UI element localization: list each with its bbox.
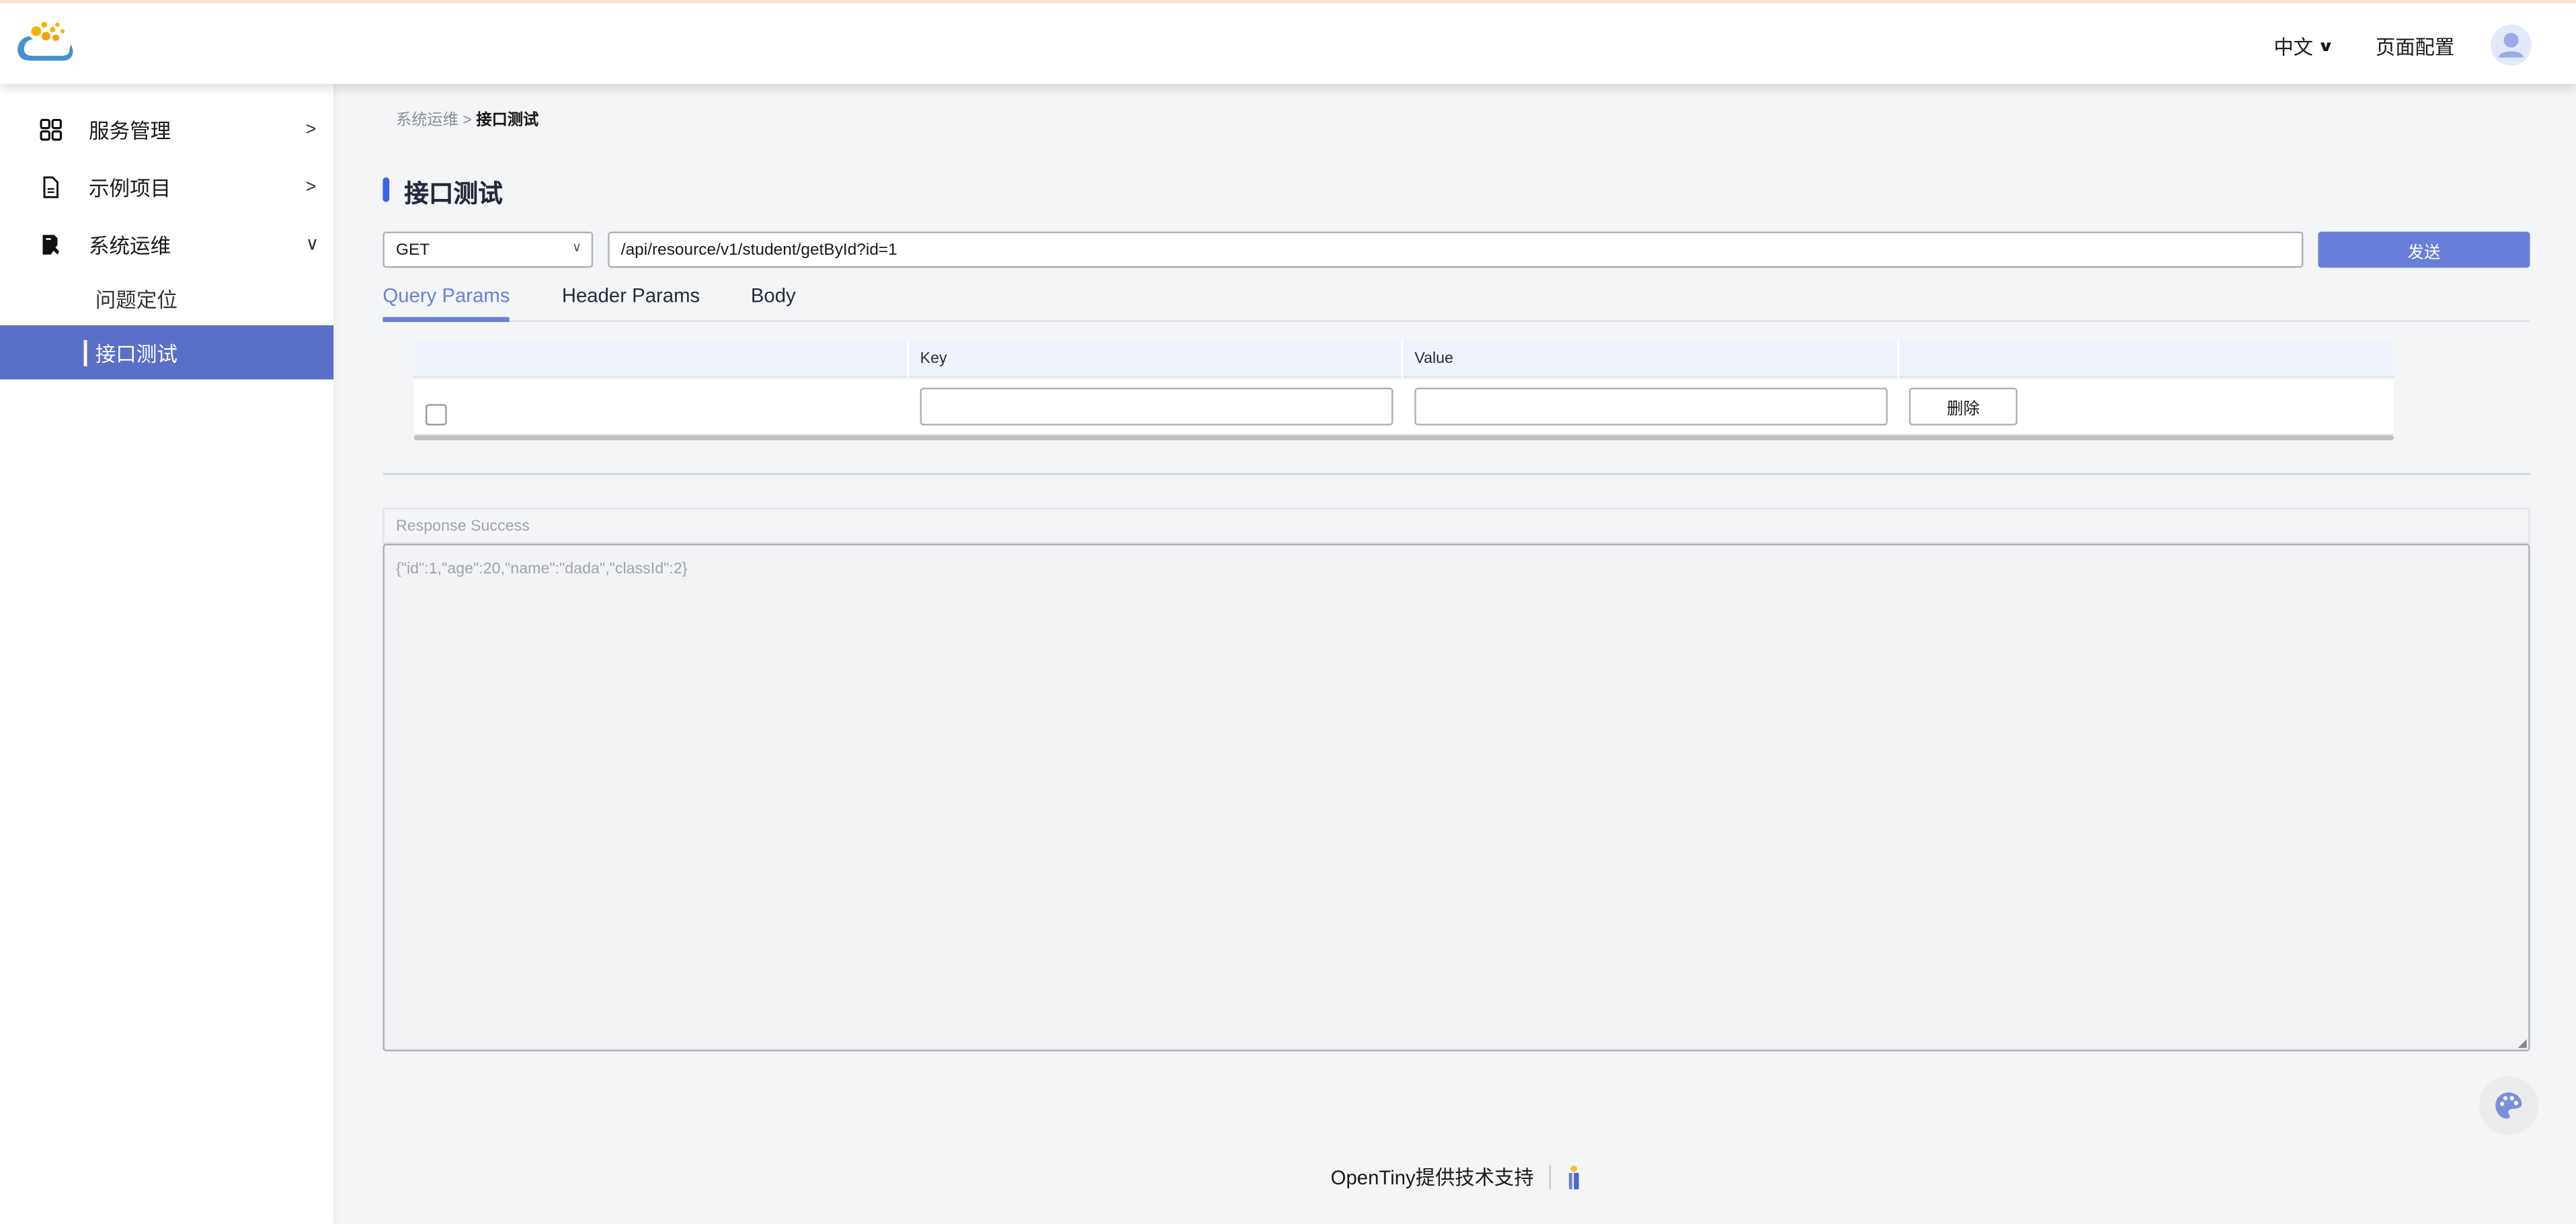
footer: OpenTiny提供技术支持 <box>1331 1163 1582 1191</box>
response-status-field: Response Success <box>383 507 2530 544</box>
breadcrumb-parent[interactable]: 系统运维 <box>396 112 458 130</box>
sidebar-item-label: 问题定位 <box>95 289 177 313</box>
header-value: Value <box>1414 350 1453 368</box>
page-config-link[interactable]: 页面配置 <box>2376 33 2454 61</box>
method-select[interactable]: GET ∨ <box>383 231 594 268</box>
palette-icon <box>2495 1092 2522 1119</box>
chevron-down-icon: ∨ <box>305 235 319 255</box>
wrench-document-icon <box>42 234 59 254</box>
footer-text: OpenTiny提供技术支持 <box>1330 1166 1534 1190</box>
sidebar-item-label: 服务管理 <box>88 120 171 143</box>
language-label: 中文 <box>2273 36 2314 59</box>
breadcrumb-separator: > <box>462 112 472 130</box>
column-divider <box>1897 339 1900 378</box>
params-table: Key Value 删除 <box>413 339 2394 440</box>
row-checkbox[interactable] <box>425 404 447 425</box>
grid-icon <box>40 118 63 140</box>
table-header: Key Value <box>413 339 2394 378</box>
sidebar-item-system-ops[interactable]: 系统运维 ∨ <box>0 217 333 272</box>
header-select <box>414 339 909 378</box>
sidebar: 服务管理 > 示例项目 > 系统运维 ∨ 问题定位 接口测试 <box>0 83 334 1224</box>
footer-divider <box>1548 1164 1551 1190</box>
delete-button[interactable]: 删除 <box>1908 387 2018 425</box>
document-icon <box>43 175 59 198</box>
sidebar-item-service-management[interactable]: 服务管理 > <box>0 102 333 157</box>
method-value: GET <box>395 241 430 260</box>
sidebar-item-label: 接口测试 <box>95 343 177 366</box>
breadcrumb: 系统运维 > 接口测试 <box>396 107 538 130</box>
send-button[interactable]: 发送 <box>2318 231 2530 268</box>
chevron-right-icon: > <box>305 176 317 197</box>
value-input[interactable] <box>1414 387 1888 425</box>
active-tab-indicator <box>383 317 510 323</box>
language-selector[interactable]: 中文 ∨ <box>2273 33 2335 61</box>
horizontal-scrollbar[interactable] <box>413 435 2394 440</box>
response-body-textarea[interactable]: {"id":1,"age":20,"name":"dada","classId"… <box>383 543 2530 1052</box>
sidebar-item-label: 示例项目 <box>88 177 171 201</box>
active-indicator <box>83 339 87 366</box>
opentiny-logo-icon[interactable] <box>1565 1164 1581 1190</box>
page-title: 接口测试 <box>404 180 503 209</box>
header-key: Key <box>920 350 947 368</box>
url-input[interactable] <box>608 231 2304 268</box>
theme-button[interactable] <box>2479 1075 2538 1135</box>
chevron-down-icon: ∨ <box>571 239 582 255</box>
resize-handle-icon[interactable]: ◢ <box>2518 1036 2527 1050</box>
tab-header-params[interactable]: Header Params <box>562 284 700 307</box>
sidebar-item-example-project[interactable]: 示例项目 > <box>0 159 333 214</box>
user-icon <box>2499 32 2524 58</box>
user-avatar[interactable] <box>2490 24 2532 66</box>
chevron-down-icon: ∨ <box>2317 38 2335 54</box>
response-body: {"id":1,"age":20,"name":"dada","classId"… <box>395 560 688 579</box>
title-accent-bar <box>383 177 390 202</box>
response-status: Response Success <box>395 517 530 536</box>
tab-body[interactable]: Body <box>751 284 796 307</box>
chevron-right-icon: > <box>305 119 317 139</box>
header: 中文 ∨ 页面配置 <box>0 3 2576 84</box>
tab-query-params[interactable]: Query Params <box>383 284 510 307</box>
sidebar-item-issue-location[interactable]: 问题定位 <box>0 271 333 325</box>
sidebar-item-label: 系统运维 <box>88 235 171 258</box>
logo-icon[interactable] <box>13 16 79 74</box>
sidebar-item-api-test[interactable]: 接口测试 <box>0 325 334 380</box>
key-input[interactable] <box>920 387 1394 425</box>
section-divider <box>383 473 2530 475</box>
table-row: 删除 <box>413 379 2394 436</box>
column-divider <box>1401 339 1404 378</box>
breadcrumb-current: 接口测试 <box>476 112 539 130</box>
tabs-divider <box>383 320 2530 323</box>
